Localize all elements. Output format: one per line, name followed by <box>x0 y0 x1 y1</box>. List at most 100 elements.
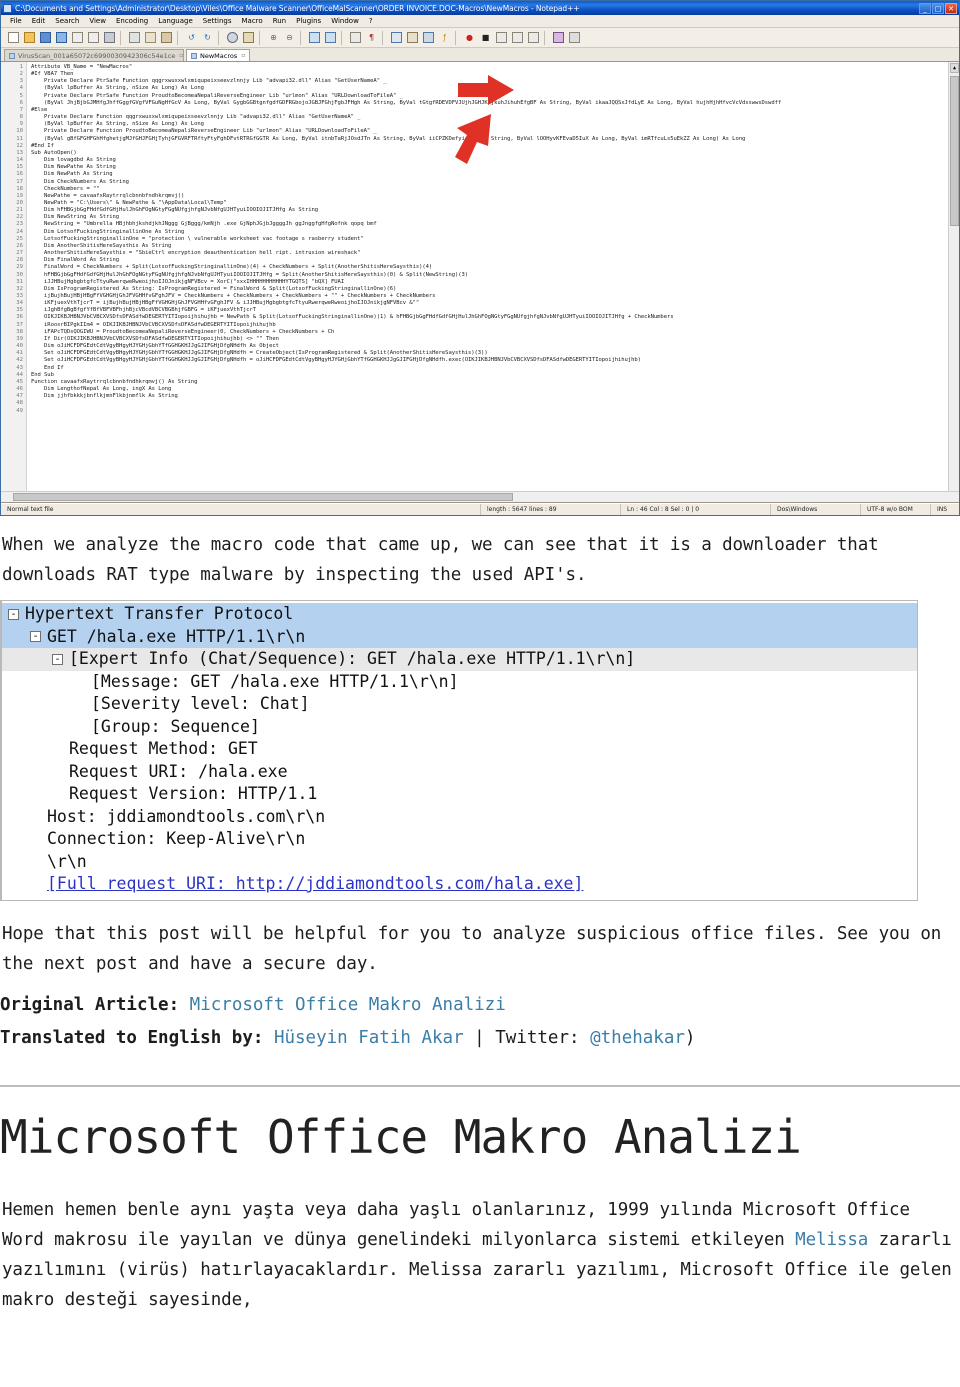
replace-icon[interactable] <box>241 30 256 45</box>
full-request-uri-link[interactable]: [Full request URI: http://jddiamondtools… <box>47 873 917 896</box>
new-file-icon[interactable] <box>6 30 21 45</box>
code-line: Set oJiHCFDFGEdtCdtVgyBHgyHJYGHjGbhYTfGG… <box>31 350 488 357</box>
toolbar: ↺ ↻ ⊕ ⊖ ¶ ƒ ● ■ <box>1 28 959 48</box>
save-macro-icon[interactable] <box>526 30 541 45</box>
tab-virusscan[interactable]: VirusScan_001a65072c6990030942306c54e1ce… <box>4 49 184 61</box>
user-defined-dialog-icon[interactable] <box>405 30 420 45</box>
twitter-handle-link[interactable]: @thehakar <box>590 1028 685 1048</box>
print-icon[interactable] <box>102 30 117 45</box>
menu-item-view[interactable]: View <box>84 17 111 25</box>
tree-collapse-toggle-icon[interactable]: - <box>8 608 19 620</box>
menu-item-help[interactable]: ? <box>364 17 378 25</box>
close-file-icon[interactable] <box>70 30 85 45</box>
horizontal-scroll-thumb[interactable] <box>13 493 513 501</box>
code-line: NewString = "Umbrella HBjhbhjkshdjkhJNgg… <box>31 221 377 228</box>
code-line: (ByVal JhjBjbGJMHfgJhffGggfGVgfVFGuNgHfG… <box>31 99 782 106</box>
save-icon[interactable] <box>38 30 53 45</box>
scroll-up-arrow-icon[interactable]: ▲ <box>950 63 959 73</box>
wireshark-tree-row[interactable]: - [Expert Info (Chat/Sequence): GET /hala… <box>2 648 917 671</box>
menu-item-language[interactable]: Language <box>153 17 198 25</box>
editor-horizontal-scrollbar[interactable] <box>1 491 959 502</box>
translator-link[interactable]: Hüseyin Fatih Akar <box>274 1028 464 1048</box>
wireshark-tree-row[interactable]: Request Version: HTTP/1.1 <box>2 783 917 806</box>
menu-item-run[interactable]: Run <box>268 17 291 25</box>
tree-collapse-toggle-icon[interactable]: - <box>30 631 41 643</box>
wireshark-tree-row[interactable]: [Full request URI: http://jddiamondtools… <box>2 873 917 896</box>
menu-item-search[interactable]: Search <box>50 17 84 25</box>
menu-item-encoding[interactable]: Encoding <box>111 17 153 25</box>
original-article-label: Original Article: <box>0 994 180 1015</box>
tab-close-icon[interactable]: ▫ <box>179 52 183 59</box>
wireshark-tree-row[interactable]: Host: jddiamondtools.com\r\n <box>2 806 917 829</box>
code-line: Private Declare Function qqgrxwuxxwlxmiq… <box>31 114 361 121</box>
sync-horizontal-icon[interactable] <box>323 30 338 45</box>
run-icon[interactable] <box>567 30 582 45</box>
melissa-link[interactable]: Melissa <box>795 1230 868 1250</box>
menu-item-file[interactable]: File <box>5 17 27 25</box>
undo-icon[interactable]: ↺ <box>184 30 199 45</box>
ansi-icon[interactable] <box>551 30 566 45</box>
zoom-out-icon[interactable]: ⊖ <box>282 30 297 45</box>
close-button[interactable]: ✕ <box>945 2 957 14</box>
cut-icon[interactable] <box>127 30 142 45</box>
wireshark-tree-row[interactable]: [Group: Sequence] <box>2 716 917 739</box>
maximize-button[interactable]: □ <box>932 2 944 14</box>
wireshark-row-label: Request Method: GET <box>69 739 258 758</box>
record-macro-icon[interactable]: ● <box>462 30 477 45</box>
wireshark-tree-row[interactable]: \r\n <box>2 851 917 874</box>
wireshark-tree-row[interactable]: Request URI: /hala.exe <box>2 761 917 784</box>
menu-bar: File Edit Search View Encoding Language … <box>1 15 959 28</box>
run-macro-multiple-icon[interactable] <box>510 30 525 45</box>
minimize-button[interactable]: _ <box>919 2 931 14</box>
wireshark-tree-row[interactable]: Request Method: GET <box>2 738 917 761</box>
tab-label: VirusScan_001a65072c6990030942306c54e1ce <box>18 51 176 60</box>
window-titlebar: C:\Documents and Settings\Administrator\… <box>1 1 959 15</box>
tree-collapse-toggle-icon[interactable]: - <box>52 653 63 665</box>
tab-newmacros[interactable]: NewMacros ▫ <box>186 49 251 61</box>
zoom-in-icon[interactable]: ⊕ <box>266 30 281 45</box>
func-list-icon[interactable]: ƒ <box>437 30 452 45</box>
line-number: 3 <box>19 78 23 85</box>
vertical-scroll-thumb[interactable] <box>950 76 959 226</box>
code-line: Private Declare PtrSafe Function qqgrxwu… <box>31 78 387 85</box>
status-bar: Normal text file length : 5647 lines : 8… <box>1 503 959 515</box>
open-file-icon[interactable] <box>22 30 37 45</box>
playback-macro-icon[interactable] <box>494 30 509 45</box>
wireshark-tree-row[interactable]: - Hypertext Transfer Protocol <box>2 603 917 626</box>
status-file-type: Normal text file <box>1 504 481 515</box>
wireshark-tree-row[interactable]: Connection: Keep-Alive\r\n <box>2 828 917 851</box>
code-line: Dim IsProgramRegistered As String: IsPro… <box>31 285 397 292</box>
close-all-icon[interactable] <box>86 30 101 45</box>
menu-item-macro[interactable]: Macro <box>237 17 268 25</box>
sync-vertical-icon[interactable] <box>307 30 322 45</box>
wireshark-row-label: GET /hala.exe HTTP/1.1\r\n <box>47 626 306 646</box>
wireshark-protocol-tree[interactable]: - Hypertext Transfer Protocol - GET /hala.e… <box>0 600 918 901</box>
show-symbol-icon[interactable]: ¶ <box>364 30 379 45</box>
menu-item-edit[interactable]: Edit <box>27 17 51 25</box>
wireshark-tree-row[interactable]: - GET /hala.exe HTTP/1.1\r\n <box>2 625 917 648</box>
tab-close-icon[interactable]: ▫ <box>241 52 245 59</box>
menu-item-window[interactable]: Window <box>326 17 364 25</box>
wireshark-tree-row[interactable]: [Message: GET /hala.exe HTTP/1.1\r\n] <box>2 671 917 694</box>
paste-icon[interactable] <box>159 30 174 45</box>
editor-vertical-scrollbar[interactable]: ▲ ▼ <box>948 62 959 502</box>
code-line: Dim oJiHCFDFGEdtCdtVgyBHgyHJYGHjGbhYTfGG… <box>31 343 279 350</box>
code-line: CheckNumbers = "" <box>31 185 100 192</box>
indent-guide-icon[interactable] <box>389 30 404 45</box>
find-icon[interactable] <box>225 30 240 45</box>
menu-item-plugins[interactable]: Plugins <box>291 17 326 25</box>
code-editor[interactable]: 1 2 3 4 5 6 7 8 9 10 11 12 13 14 15 16 17 18 19 20 21 22 23 24 2… <box>1 62 959 503</box>
line-number: 33 <box>16 293 23 299</box>
doc-map-icon[interactable] <box>421 30 436 45</box>
redo-icon[interactable]: ↻ <box>200 30 215 45</box>
code-line: NewPath = "C:\Users\" & NewPathe & "\App… <box>31 199 227 206</box>
wireshark-tree-row[interactable]: [Severity level: Chat] <box>2 693 917 716</box>
original-article-link[interactable]: Microsoft Office Makro Analizi <box>190 995 506 1015</box>
save-all-icon[interactable] <box>54 30 69 45</box>
word-wrap-icon[interactable] <box>348 30 363 45</box>
copy-icon[interactable] <box>143 30 158 45</box>
stop-macro-icon[interactable]: ■ <box>478 30 493 45</box>
code-text-area[interactable]: Attribute VB_Name = "NewMacros" #If VBA7 … <box>27 62 959 502</box>
code-line: ijBujhBujHBjHBgFfVGHGHjGhJFVGHHfvGFghJFV… <box>31 293 436 299</box>
menu-item-settings[interactable]: Settings <box>198 17 237 25</box>
